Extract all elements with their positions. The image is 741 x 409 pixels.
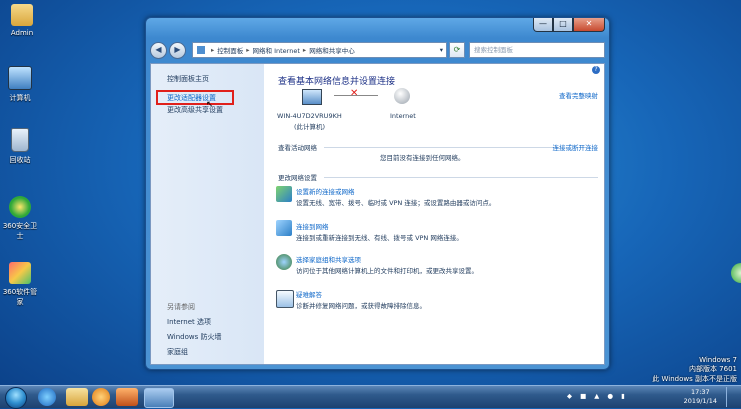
view-full-map-link[interactable]: 查看完整映射	[559, 90, 598, 100]
recycle-bin-icon	[11, 128, 29, 152]
desktop-icon-360-software[interactable]: 360软件管家	[0, 262, 40, 307]
taskbar-control-panel-icon[interactable]	[144, 388, 174, 408]
new-connection-icon	[276, 186, 292, 202]
start-button[interactable]	[1, 386, 29, 409]
task-new-connection-desc: 设置无线、宽带、拨号、临时或 VPN 连接；或设置路由器或访问点。	[296, 199, 496, 207]
see-also-windows-firewall[interactable]: Windows 防火墙	[167, 332, 221, 342]
window-controls: — □ ✕	[533, 18, 605, 32]
desktop-icon-label: Admin	[10, 29, 34, 37]
task-homegroup-desc: 访问位于其他网络计算机上的文件和打印机，或更改共享设置。	[296, 267, 478, 275]
disconnected-x-icon: ✕	[350, 88, 359, 99]
refresh-button[interactable]: ⟳	[449, 42, 465, 58]
show-desktop-button[interactable]	[726, 387, 737, 407]
desktop-icon-label: 360安全卫士	[2, 222, 38, 240]
windows-watermark: Windows 7 内部版本 7601 此 Windows 副本不是正版	[652, 356, 737, 383]
see-also-homegroup[interactable]: 家庭组	[167, 347, 188, 357]
360-safe-icon	[9, 196, 31, 218]
search-input[interactable]: 搜索控制面板	[469, 42, 605, 58]
desktop-icon-label: 360软件管家	[2, 288, 38, 306]
desktop-icon-label: 计算机	[9, 94, 31, 102]
system-tray: ◆ ■ ▲ ● ▮ 17:37 2019/1/14	[567, 387, 737, 407]
active-networks-title: 查看活动网络	[278, 144, 317, 152]
forward-button[interactable]: ▶	[169, 41, 186, 59]
back-button[interactable]: ◀	[150, 41, 167, 59]
taskbar-ie-icon[interactable]	[38, 388, 56, 406]
taskbar-app-icon[interactable]	[116, 388, 138, 406]
address-bar[interactable]: ▸ 控制面板 ▸ 网络和 Internet ▸ 网络和共享中心 ▾	[192, 42, 447, 58]
no-network-message: 您目前没有连接到任何网络。	[380, 154, 465, 162]
troubleshoot-icon	[276, 290, 294, 308]
breadcrumb-network-sharing[interactable]: 网络和共享中心	[309, 45, 355, 55]
desktop-icon-computer[interactable]: 计算机	[0, 66, 40, 103]
task-troubleshoot-desc: 诊断并修复网络问题，或获得故障排除信息。	[296, 302, 426, 310]
minimize-button[interactable]: —	[533, 18, 553, 32]
connect-disconnect-link[interactable]: 连接或断开连接	[553, 142, 599, 152]
computer-sub: (此计算机)	[294, 123, 326, 131]
task-connect-network-desc: 连接到或重新连接到无线、有线、拨号或 VPN 网络连接。	[296, 234, 463, 242]
divider	[324, 177, 598, 178]
taskbar-explorer-icon[interactable]	[66, 388, 88, 406]
computer-name: WIN-4U7D2VRU9KH	[277, 112, 342, 120]
user-folder-icon	[11, 4, 33, 26]
left-pane: 控制面板主页 更改适配器设置 更改高级共享设置 ↖ 另请参阅 Internet …	[151, 64, 264, 364]
navigation-bar: ◀ ▶ ▸ 控制面板 ▸ 网络和 Internet ▸ 网络和共享中心 ▾ ⟳ …	[150, 40, 605, 60]
task-new-connection-link[interactable]: 设置新的连接或网络	[296, 186, 355, 196]
see-also-internet-options[interactable]: Internet 选项	[167, 317, 211, 327]
task-connect-network-link[interactable]: 连接到网络	[296, 221, 329, 231]
change-settings-title: 更改网络设置	[278, 174, 317, 182]
desktop-icon-360-safe[interactable]: 360安全卫士	[0, 196, 40, 241]
clock-date: 2019/1/14	[683, 397, 717, 405]
clock-time: 17:37	[690, 388, 710, 396]
task-homegroup-link[interactable]: 选择家庭组和共享选项	[296, 254, 361, 264]
mouse-cursor-icon: ↖	[206, 100, 214, 110]
internet-globe-icon	[394, 88, 410, 104]
content-area: 控制面板主页 更改适配器设置 更改高级共享设置 ↖ 另请参阅 Internet …	[150, 63, 605, 365]
maximize-button[interactable]: □	[553, 18, 573, 32]
breadcrumb-root-icon	[197, 46, 205, 54]
taskbar-media-player-icon[interactable]	[92, 388, 110, 406]
windows-logo-icon	[5, 387, 27, 409]
sidebar-item-control-panel-home[interactable]: 控制面板主页	[167, 74, 209, 84]
clock[interactable]: 17:37 2019/1/14	[684, 388, 717, 406]
desktop-icon-recycle-bin[interactable]: 回收站	[0, 128, 40, 165]
homegroup-icon	[276, 254, 292, 270]
desktop-icon-label: 回收站	[9, 156, 31, 164]
close-button[interactable]: ✕	[573, 18, 605, 32]
taskbar: ◆ ■ ▲ ● ▮ 17:37 2019/1/14	[0, 385, 741, 409]
internet-label: Internet	[390, 112, 416, 120]
computer-icon	[8, 66, 32, 90]
partial-green-icon	[731, 263, 741, 283]
page-title: 查看基本网络信息并设置连接	[278, 77, 396, 87]
see-also-title: 另请参阅	[167, 303, 195, 311]
sidebar-item-advanced-sharing[interactable]: 更改高级共享设置	[167, 105, 223, 115]
tray-icons[interactable]: ◆ ■ ▲ ● ▮	[567, 392, 628, 400]
address-dropdown-icon[interactable]: ▾	[440, 46, 443, 54]
highlight-box	[156, 90, 234, 105]
desktop-icon-admin[interactable]: Admin	[2, 4, 42, 37]
computer-icon	[302, 89, 322, 105]
connect-network-icon	[276, 220, 292, 236]
network-sharing-center-window: — □ ✕ ◀ ▶ ▸ 控制面板 ▸ 网络和 Internet ▸ 网络和共享中…	[145, 17, 610, 370]
main-pane: ? 查看基本网络信息并设置连接 查看完整映射 ✕ WIN-4U7D2VRU9KH…	[264, 64, 604, 364]
breadcrumb-control-panel[interactable]: 控制面板	[217, 45, 243, 55]
360-software-icon	[9, 262, 31, 284]
help-icon[interactable]: ?	[592, 66, 600, 74]
task-troubleshoot-link[interactable]: 疑难解答	[296, 289, 322, 299]
breadcrumb-network-internet[interactable]: 网络和 Internet	[253, 45, 300, 55]
divider	[324, 147, 559, 148]
